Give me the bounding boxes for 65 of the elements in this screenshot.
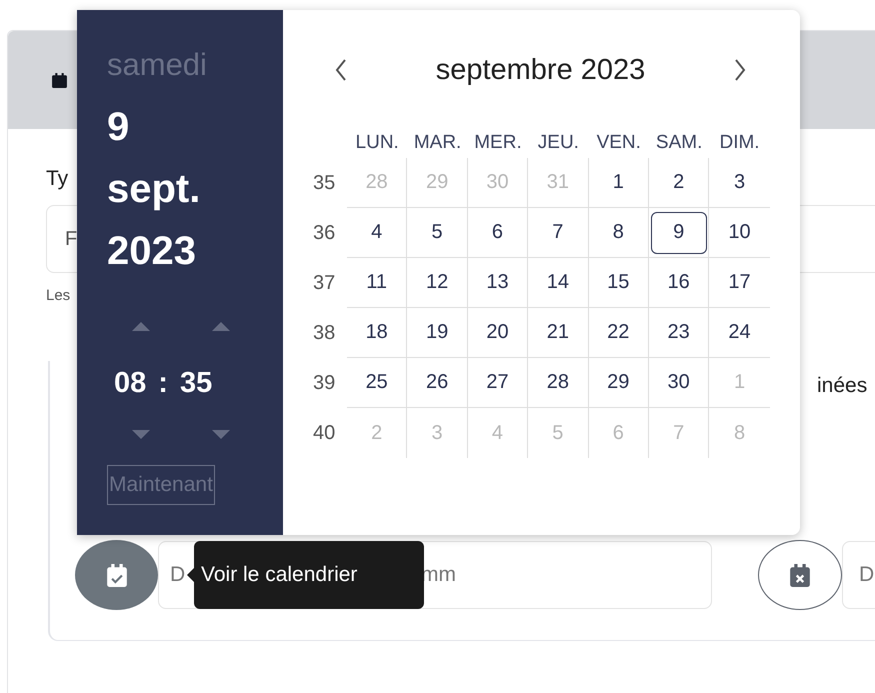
time-separator: :: [158, 367, 168, 400]
section-title: inées: [817, 374, 868, 398]
day-cell[interactable]: 22: [590, 312, 646, 354]
week-number: 36: [313, 220, 336, 246]
day-cell[interactable]: 9: [650, 212, 707, 254]
day-cell[interactable]: 30: [650, 362, 707, 404]
day-cell[interactable]: 5: [409, 212, 466, 254]
day-cell[interactable]: 17: [712, 262, 768, 304]
day-cell[interactable]: 18: [348, 312, 405, 354]
weekday-header: MER.: [473, 131, 523, 155]
year-text: 2023: [107, 228, 196, 275]
tooltip-arrow: [187, 567, 195, 583]
day-cell[interactable]: 27: [469, 362, 526, 404]
day-cell[interactable]: 11: [348, 262, 405, 304]
month-text: sept.: [107, 166, 200, 213]
minute-up-icon[interactable]: [212, 322, 230, 331]
field-label: Ty: [46, 167, 68, 191]
day-cell[interactable]: 2: [650, 162, 707, 204]
hours-text[interactable]: 08: [114, 367, 146, 400]
week-number: 35: [313, 170, 336, 196]
calendar-x-icon: [790, 564, 810, 586]
day-cell[interactable]: 20: [469, 312, 526, 354]
day-cell[interactable]: 15: [590, 262, 646, 304]
day-cell[interactable]: 10: [712, 212, 768, 254]
calendar-icon: [51, 72, 68, 88]
minute-down-icon[interactable]: [212, 430, 230, 439]
weekday-header: JEU.: [536, 131, 580, 155]
month-title[interactable]: septembre 2023: [436, 54, 646, 86]
minutes-text[interactable]: 35: [180, 367, 212, 400]
day-cell[interactable]: 28: [530, 362, 586, 404]
day-cell[interactable]: 3: [712, 162, 768, 204]
day-cell[interactable]: 24: [712, 312, 768, 354]
week-number: 37: [313, 270, 336, 296]
date-input-field[interactable]: D: [842, 541, 875, 609]
day-cell[interactable]: 4: [348, 212, 405, 254]
day-cell[interactable]: 12: [409, 262, 466, 304]
day-cell[interactable]: 8: [590, 212, 646, 254]
hour-down-icon[interactable]: [132, 430, 150, 439]
weekday-header: LUN.: [354, 131, 400, 155]
week-number: 38: [313, 320, 336, 346]
day-cell[interactable]: 25: [348, 362, 405, 404]
calendar-check-icon: [106, 564, 126, 586]
day-text: 9: [107, 104, 130, 151]
day-cell[interactable]: 13: [469, 262, 526, 304]
day-cell[interactable]: 7: [530, 212, 586, 254]
hour-up-icon[interactable]: [132, 322, 150, 331]
weekday-header: VEN.: [596, 131, 642, 155]
day-cell[interactable]: 6: [469, 212, 526, 254]
day-cell[interactable]: 29: [590, 362, 646, 404]
helper-text: Les: [46, 287, 70, 304]
day-cell[interactable]: 14: [530, 262, 586, 304]
day-cell[interactable]: 1: [590, 162, 646, 204]
weekday-text: samedi: [107, 46, 207, 84]
weekday-header: SAM.: [654, 131, 704, 155]
chevron-right-icon[interactable]: [734, 58, 746, 82]
weekday-header: MAR.: [412, 131, 462, 155]
day-cell[interactable]: 23: [650, 312, 707, 354]
day-cell[interactable]: 26: [409, 362, 466, 404]
day-cell[interactable]: 21: [530, 312, 586, 354]
chevron-left-icon[interactable]: [335, 58, 347, 82]
day-cell[interactable]: 16: [650, 262, 707, 304]
weekday-header: DIM.: [718, 131, 761, 155]
week-number: 39: [313, 370, 336, 396]
day-cell[interactable]: 19: [409, 312, 466, 354]
week-number: 40: [313, 420, 336, 446]
